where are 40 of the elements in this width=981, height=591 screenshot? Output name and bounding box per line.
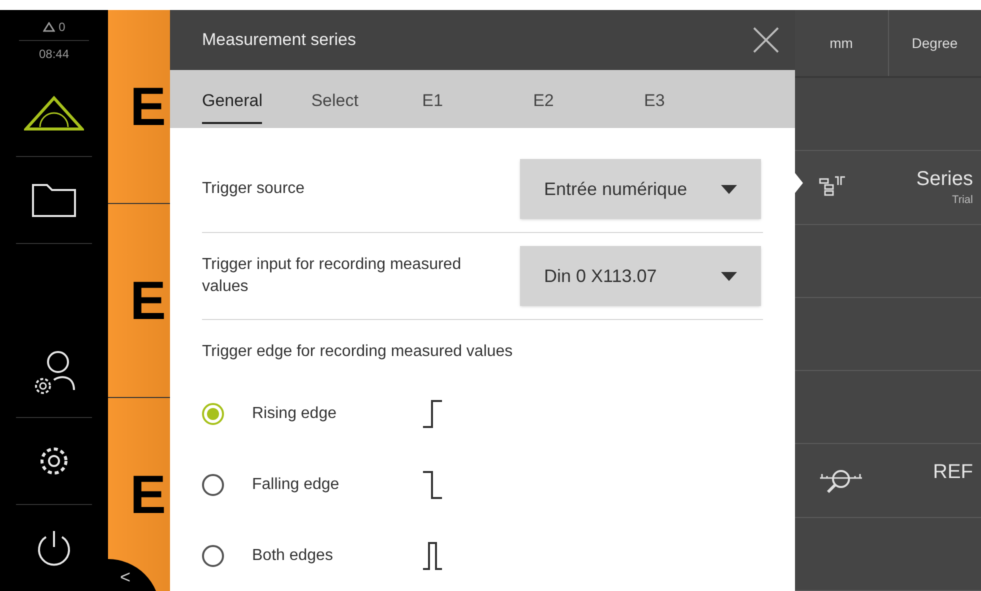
tab[interactable]: General xyxy=(202,70,312,128)
toolbar-item[interactable]: REF xyxy=(795,444,981,518)
toolbar-subtitle: Trial xyxy=(952,193,973,208)
pulse-icon xyxy=(422,540,444,570)
radio-button[interactable] xyxy=(202,402,224,424)
protractor-icon xyxy=(24,95,84,132)
radio-button[interactable] xyxy=(202,544,224,566)
toolbar-title: Series xyxy=(916,167,973,192)
radio-label: Both edges xyxy=(252,546,334,566)
edge-icon xyxy=(422,470,444,500)
tab[interactable]: Select xyxy=(311,70,422,128)
dropdown[interactable]: Entrée numérique xyxy=(520,159,761,219)
tab[interactable]: E2 xyxy=(533,70,644,128)
caret-icon xyxy=(721,184,737,194)
dropdown[interactable]: Din 0 X113.07 xyxy=(520,246,761,306)
field-label: Trigger input for recording measured values xyxy=(202,255,462,297)
toolbar-title: REF xyxy=(933,460,973,486)
clock-time: 08:44 xyxy=(18,40,90,62)
tab[interactable]: E3 xyxy=(644,70,755,128)
unit-button[interactable]: mm xyxy=(795,10,888,76)
caret-icon xyxy=(721,272,737,280)
warning-triangle-icon xyxy=(42,22,55,32)
warning-count: 0 xyxy=(58,18,66,36)
feature-label: E xyxy=(130,468,166,522)
edge-group-label: Trigger edge for recording measured values xyxy=(202,342,514,362)
radio-button[interactable] xyxy=(202,474,224,496)
unit-button[interactable]: Degree xyxy=(888,10,981,76)
edge-icon xyxy=(422,398,444,428)
tab[interactable]: E1 xyxy=(422,70,534,128)
folder-icon xyxy=(32,183,76,218)
close-icon xyxy=(753,27,779,53)
field-label: Trigger source xyxy=(202,179,306,199)
dialog-title: Measurement series xyxy=(202,29,356,52)
radio-label: Falling edge xyxy=(252,474,340,494)
feature-label: E xyxy=(130,274,166,328)
power-icon xyxy=(35,528,73,567)
radio-label: Rising edge xyxy=(252,404,338,424)
close-button[interactable] xyxy=(753,27,779,53)
feature-label: E xyxy=(130,80,166,134)
ruler-magnifier-icon xyxy=(819,468,863,494)
